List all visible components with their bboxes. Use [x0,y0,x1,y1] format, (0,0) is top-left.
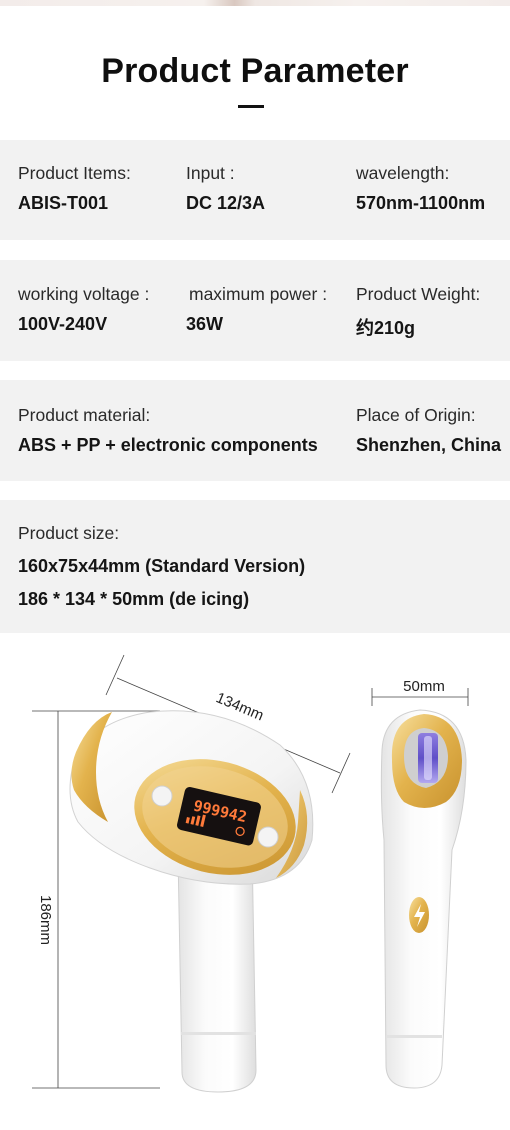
spec-label: Place of Origin: [356,405,476,425]
spec-label: Product material: [18,405,151,425]
spec-cell-wavelength: wavelength: 570nm-1100nm [356,163,485,214]
spec-cell-product-weight: Product Weight: 约210g [356,284,480,340]
spec-cell-product-size: Product size: 160x75x44mm (Standard Vers… [18,523,305,610]
spec-value: 186 * 134 * 50mm (de icing) [18,589,250,609]
power-button [257,826,279,848]
spec-cell-place-of-origin: Place of Origin: Shenzhen, China [356,405,501,456]
spec-value: ABS + PP + electronic components [18,435,318,455]
product-dimension-figure: 999942 134mm 186mm 50mm [0,640,510,1125]
dimension-depth-label: 50mm [403,678,445,695]
spec-label: Product Weight: [356,284,481,304]
spec-label: wavelength: [356,163,450,183]
spec-value: 100V-240V [18,314,108,334]
spec-value: Shenzhen, China [356,435,502,455]
spec-value: ABIS-T001 [18,193,109,213]
spec-row-2: working voltage : 100V-240V maximum powe… [0,260,510,361]
page-title: Product Parameter [101,52,409,90]
product-illustration: 999942 134mm 186mm 50mm [32,654,469,1093]
top-decorative-strip [0,0,510,6]
spec-value: 约210g [356,318,416,338]
spec-cell-maximum-power: maximum power : 36W [186,284,327,335]
spec-cell-working-voltage: working voltage : 100V-240V [18,284,149,335]
spec-label: Input : [186,163,235,183]
spec-row-3: Product material: ABS + PP + electronic … [0,380,510,481]
spec-row-1: Product Items: ABIS-T001 Input : DC 12/3… [0,140,510,240]
spec-value: 570nm-1100nm [356,193,486,213]
mode-button [151,785,173,807]
spec-label: working voltage : [18,284,150,304]
dimension-height-label: 186mm [37,895,54,945]
spec-cell-input: Input : DC 12/3A [186,163,265,214]
spec-value: DC 12/3A [186,193,266,213]
spec-value: 160x75x44mm (Standard Version) [18,556,306,576]
title-underline [238,105,264,108]
spec-cell-product-material: Product material: ABS + PP + electronic … [18,405,318,456]
spec-label: maximum power : [189,284,328,304]
spec-row-4: Product size: 160x75x44mm (Standard Vers… [0,500,510,633]
spec-value: 36W [186,314,224,334]
spec-cell-product-items: Product Items: ABIS-T001 [18,163,131,214]
spec-label: Product Items: [18,163,131,183]
spec-label: Product size: [18,523,120,543]
